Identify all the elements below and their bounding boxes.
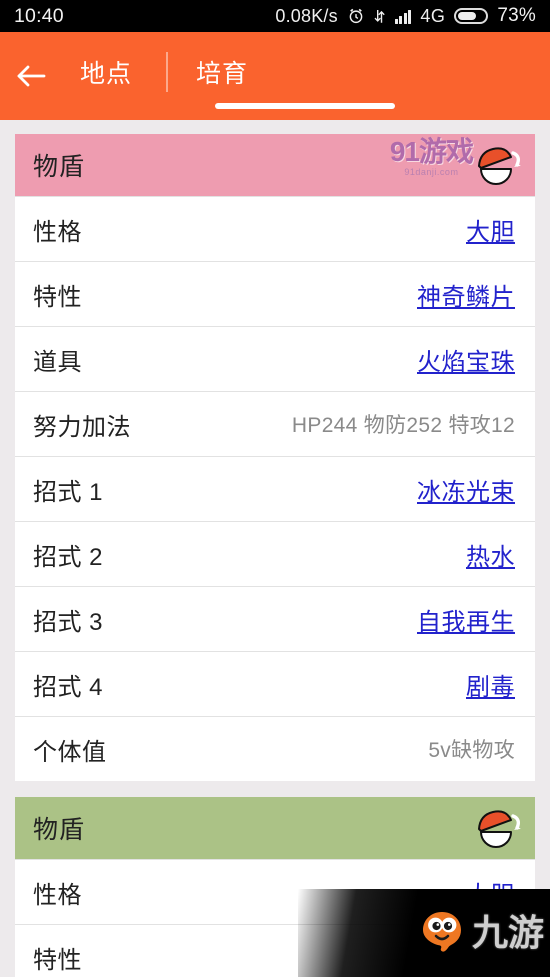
table-row: 个体值 5v缺物攻: [15, 716, 535, 781]
table-row[interactable]: 性格 大胆: [15, 859, 535, 924]
content-scroll-area[interactable]: 物盾 91游戏 91danji.com 性格 大胆 特性 神奇鳞片 道具 火焰宝…: [0, 120, 550, 977]
pokeball-icon: [473, 805, 525, 853]
battery-icon: [454, 8, 489, 24]
row-value-text: HP244 物防252 特攻12: [291, 414, 515, 437]
row-label: 个体值: [33, 738, 107, 766]
brand-watermark-91youxi: 91游戏 91danji.com: [389, 136, 474, 178]
app-header: 地点 培育: [0, 32, 550, 120]
card-title: 物盾: [33, 816, 86, 844]
row-value-link[interactable]: 大胆: [466, 875, 515, 910]
row-value-link[interactable]: 热水: [466, 537, 515, 572]
row-value-link[interactable]: 冰冻光束: [417, 472, 515, 507]
row-value-link[interactable]: 剧毒: [466, 667, 515, 702]
battery-percent-label: 73%: [497, 5, 536, 26]
watermark-brand-text: 91游戏: [389, 136, 474, 167]
row-label: 特性: [33, 283, 82, 311]
card-header-2: 物盾: [15, 797, 535, 859]
row-value-link[interactable]: 火焰宝珠: [417, 342, 515, 377]
table-row[interactable]: 招式 1 冰冻光束: [15, 456, 535, 521]
back-arrow-icon: [14, 62, 48, 90]
status-time: 10:40: [14, 4, 64, 27]
back-button[interactable]: [0, 32, 62, 120]
row-label: 特性: [33, 946, 82, 974]
table-row[interactable]: 招式 3 自我再生: [15, 586, 535, 651]
pokeball-icon: [473, 142, 525, 190]
build-card-2: 物盾 性格 大胆 特性: [15, 797, 535, 977]
table-row[interactable]: 招式 2 热水: [15, 521, 535, 586]
row-label: 招式 2: [33, 543, 104, 571]
data-transfer-icon: [374, 8, 386, 25]
table-row[interactable]: 性格 大胆: [15, 196, 535, 261]
row-label: 性格: [33, 218, 82, 246]
row-label: 道具: [33, 348, 82, 376]
row-label: 招式 4: [33, 673, 104, 701]
active-tab-indicator: [215, 103, 395, 109]
row-label: 性格: [33, 881, 82, 909]
row-label: 努力加法: [33, 413, 131, 441]
row-value-link[interactable]: 神奇鳞片: [417, 277, 515, 312]
table-row[interactable]: 道具 火焰宝珠: [15, 326, 535, 391]
signal-bars-icon: [394, 9, 412, 24]
watermark-url-text: 91danji.com: [404, 167, 459, 177]
build-card-1: 物盾 91游戏 91danji.com 性格 大胆 特性 神奇鳞片 道具 火焰宝…: [15, 134, 535, 781]
row-value-link[interactable]: 大胆: [466, 212, 515, 247]
card-header-1: 物盾 91游戏 91danji.com: [15, 134, 535, 196]
table-row[interactable]: 特性: [15, 924, 535, 977]
card-title: 物盾: [33, 153, 86, 181]
table-row[interactable]: 招式 4 剧毒: [15, 651, 535, 716]
row-value-link[interactable]: 自我再生: [417, 602, 515, 637]
row-label: 招式 3: [33, 608, 104, 636]
alarm-clock-icon: [347, 7, 365, 25]
network-speed-label: 0.08K/s: [275, 5, 338, 26]
app-root: 10:40 0.08K/s 4G 73% 地点 培育 物盾 91游戏 91dan…: [0, 0, 550, 977]
row-value-text: 5v缺物攻: [428, 739, 515, 762]
network-type-label: 4G: [420, 5, 446, 26]
status-icons-group: 0.08K/s 4G 73%: [275, 5, 536, 27]
row-label: 招式 1: [33, 478, 104, 506]
table-row: 努力加法 HP244 物防252 特攻12: [15, 391, 535, 456]
nav-title-diandian[interactable]: 地点: [62, 28, 166, 116]
table-row[interactable]: 特性 神奇鳞片: [15, 261, 535, 326]
